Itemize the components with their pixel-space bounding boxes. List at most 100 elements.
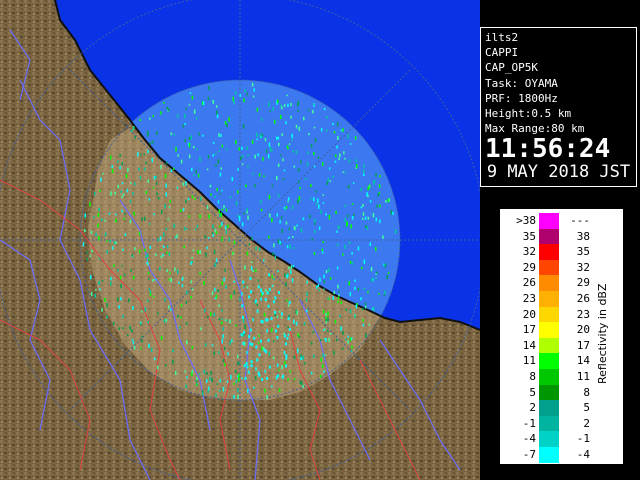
echo-pixel (375, 277, 377, 279)
echo-pixel (237, 394, 239, 399)
echo-pixel (273, 119, 276, 124)
echo-pixel (311, 238, 313, 241)
echo-pixel (344, 157, 346, 160)
echo-pixel (379, 204, 381, 208)
echo-pixel (285, 342, 287, 346)
echo-pixel (156, 192, 158, 196)
echo-pixel (235, 379, 238, 384)
echo-pixel (212, 224, 214, 229)
echo-pixel (199, 196, 202, 201)
echo-pixel (84, 228, 86, 233)
echo-pixel (104, 232, 107, 237)
echo-pixel (243, 212, 245, 215)
echo-pixel (155, 253, 157, 256)
echo-pixel (264, 138, 267, 142)
echo-pixel (313, 165, 316, 168)
echo-pixel (199, 250, 201, 254)
echo-pixel (296, 310, 298, 315)
echo-pixel (170, 277, 172, 283)
echo-pixel (367, 291, 369, 294)
echo-pixel (362, 307, 364, 311)
echo-pixel (224, 363, 226, 367)
echo-pixel (379, 219, 381, 224)
echo-pixel (385, 200, 387, 203)
legend-swatch (539, 431, 559, 448)
echo-pixel (98, 257, 101, 260)
echo-pixel (337, 300, 339, 304)
echo-pixel (175, 371, 177, 375)
echo-pixel (147, 320, 149, 324)
echo-pixel (290, 265, 293, 269)
echo-pixel (258, 334, 260, 337)
echo-pixel (337, 136, 339, 140)
echo-pixel (213, 249, 216, 255)
echo-pixel (117, 160, 119, 163)
echo-pixel (110, 281, 112, 286)
echo-pixel (111, 168, 114, 174)
echo-pixel (120, 283, 122, 289)
echo-pixel (169, 199, 171, 203)
echo-pixel (153, 175, 156, 180)
legend-high-value: -1 (576, 432, 590, 446)
echo-pixel (212, 233, 215, 237)
echo-pixel (362, 217, 364, 220)
echo-pixel (243, 98, 245, 103)
legend-swatch (539, 447, 559, 463)
echo-pixel (256, 138, 258, 141)
echo-pixel (156, 365, 159, 370)
echo-pixel (101, 218, 103, 222)
echo-pixel (229, 341, 231, 345)
echo-pixel (276, 213, 278, 217)
echo-pixel (291, 205, 294, 210)
echo-pixel (235, 140, 237, 145)
echo-pixel (165, 318, 168, 322)
echo-pixel (166, 251, 168, 254)
echo-pixel (276, 363, 279, 368)
echo-pixel (120, 297, 122, 301)
echo-pixel (177, 154, 179, 157)
echo-pixel (212, 141, 215, 144)
echo-pixel (260, 339, 262, 343)
echo-pixel (206, 379, 208, 383)
echo-pixel (342, 330, 344, 335)
echo-pixel (306, 309, 308, 313)
legend-swatch (539, 291, 559, 307)
info-line: CAP_OP5K (485, 61, 538, 75)
legend-swatch (539, 322, 559, 338)
legend-low-value: 23 (522, 292, 536, 305)
legend-low-value: >38 (516, 214, 536, 227)
echo-pixel (219, 389, 221, 392)
echo-pixel (342, 347, 344, 350)
echo-pixel (108, 212, 111, 215)
echo-pixel (155, 182, 158, 185)
echo-pixel (375, 247, 377, 251)
echo-pixel (295, 150, 298, 154)
echo-pixel (293, 165, 296, 168)
echo-pixel (140, 323, 142, 326)
echo-pixel (196, 376, 198, 381)
echo-pixel (293, 226, 296, 230)
echo-pixel (218, 209, 220, 214)
echo-pixel (149, 141, 152, 145)
echo-pixel (106, 303, 108, 308)
echo-pixel (228, 117, 230, 122)
echo-pixel (149, 293, 152, 296)
echo-pixel (129, 182, 132, 184)
echo-pixel (251, 266, 253, 271)
echo-pixel (263, 175, 265, 177)
echo-pixel (82, 242, 85, 247)
echo-pixel (327, 317, 329, 322)
legend-high-value: 11 (576, 370, 590, 383)
echo-pixel (216, 383, 219, 386)
echo-pixel (95, 232, 97, 237)
echo-pixel (379, 175, 381, 178)
observation-time: 11:56:24 (485, 134, 611, 165)
radar-map[interactable] (0, 0, 480, 480)
echo-pixel (370, 267, 373, 272)
echo-pixel (318, 289, 321, 292)
echo-pixel (232, 96, 234, 101)
echo-pixel (348, 241, 351, 245)
echo-pixel (239, 93, 241, 97)
echo-pixel (298, 335, 301, 339)
echo-pixel (190, 135, 192, 140)
